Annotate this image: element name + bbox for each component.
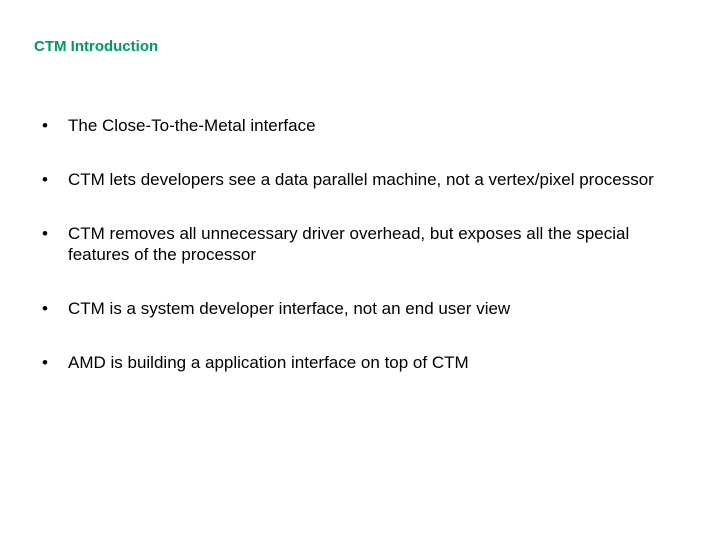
slide: CTM Introduction The Close-To-the-Metal … xyxy=(0,0,720,540)
list-item: CTM removes all unnecessary driver overh… xyxy=(38,223,680,267)
list-item: CTM is a system developer interface, not… xyxy=(38,298,680,320)
list-item: CTM lets developers see a data parallel … xyxy=(38,169,680,191)
list-item: AMD is building a application interface … xyxy=(38,352,680,374)
slide-title: CTM Introduction xyxy=(34,38,680,55)
list-item: The Close-To-the-Metal interface xyxy=(38,115,680,137)
bullet-list: The Close-To-the-Metal interface CTM let… xyxy=(34,115,680,374)
